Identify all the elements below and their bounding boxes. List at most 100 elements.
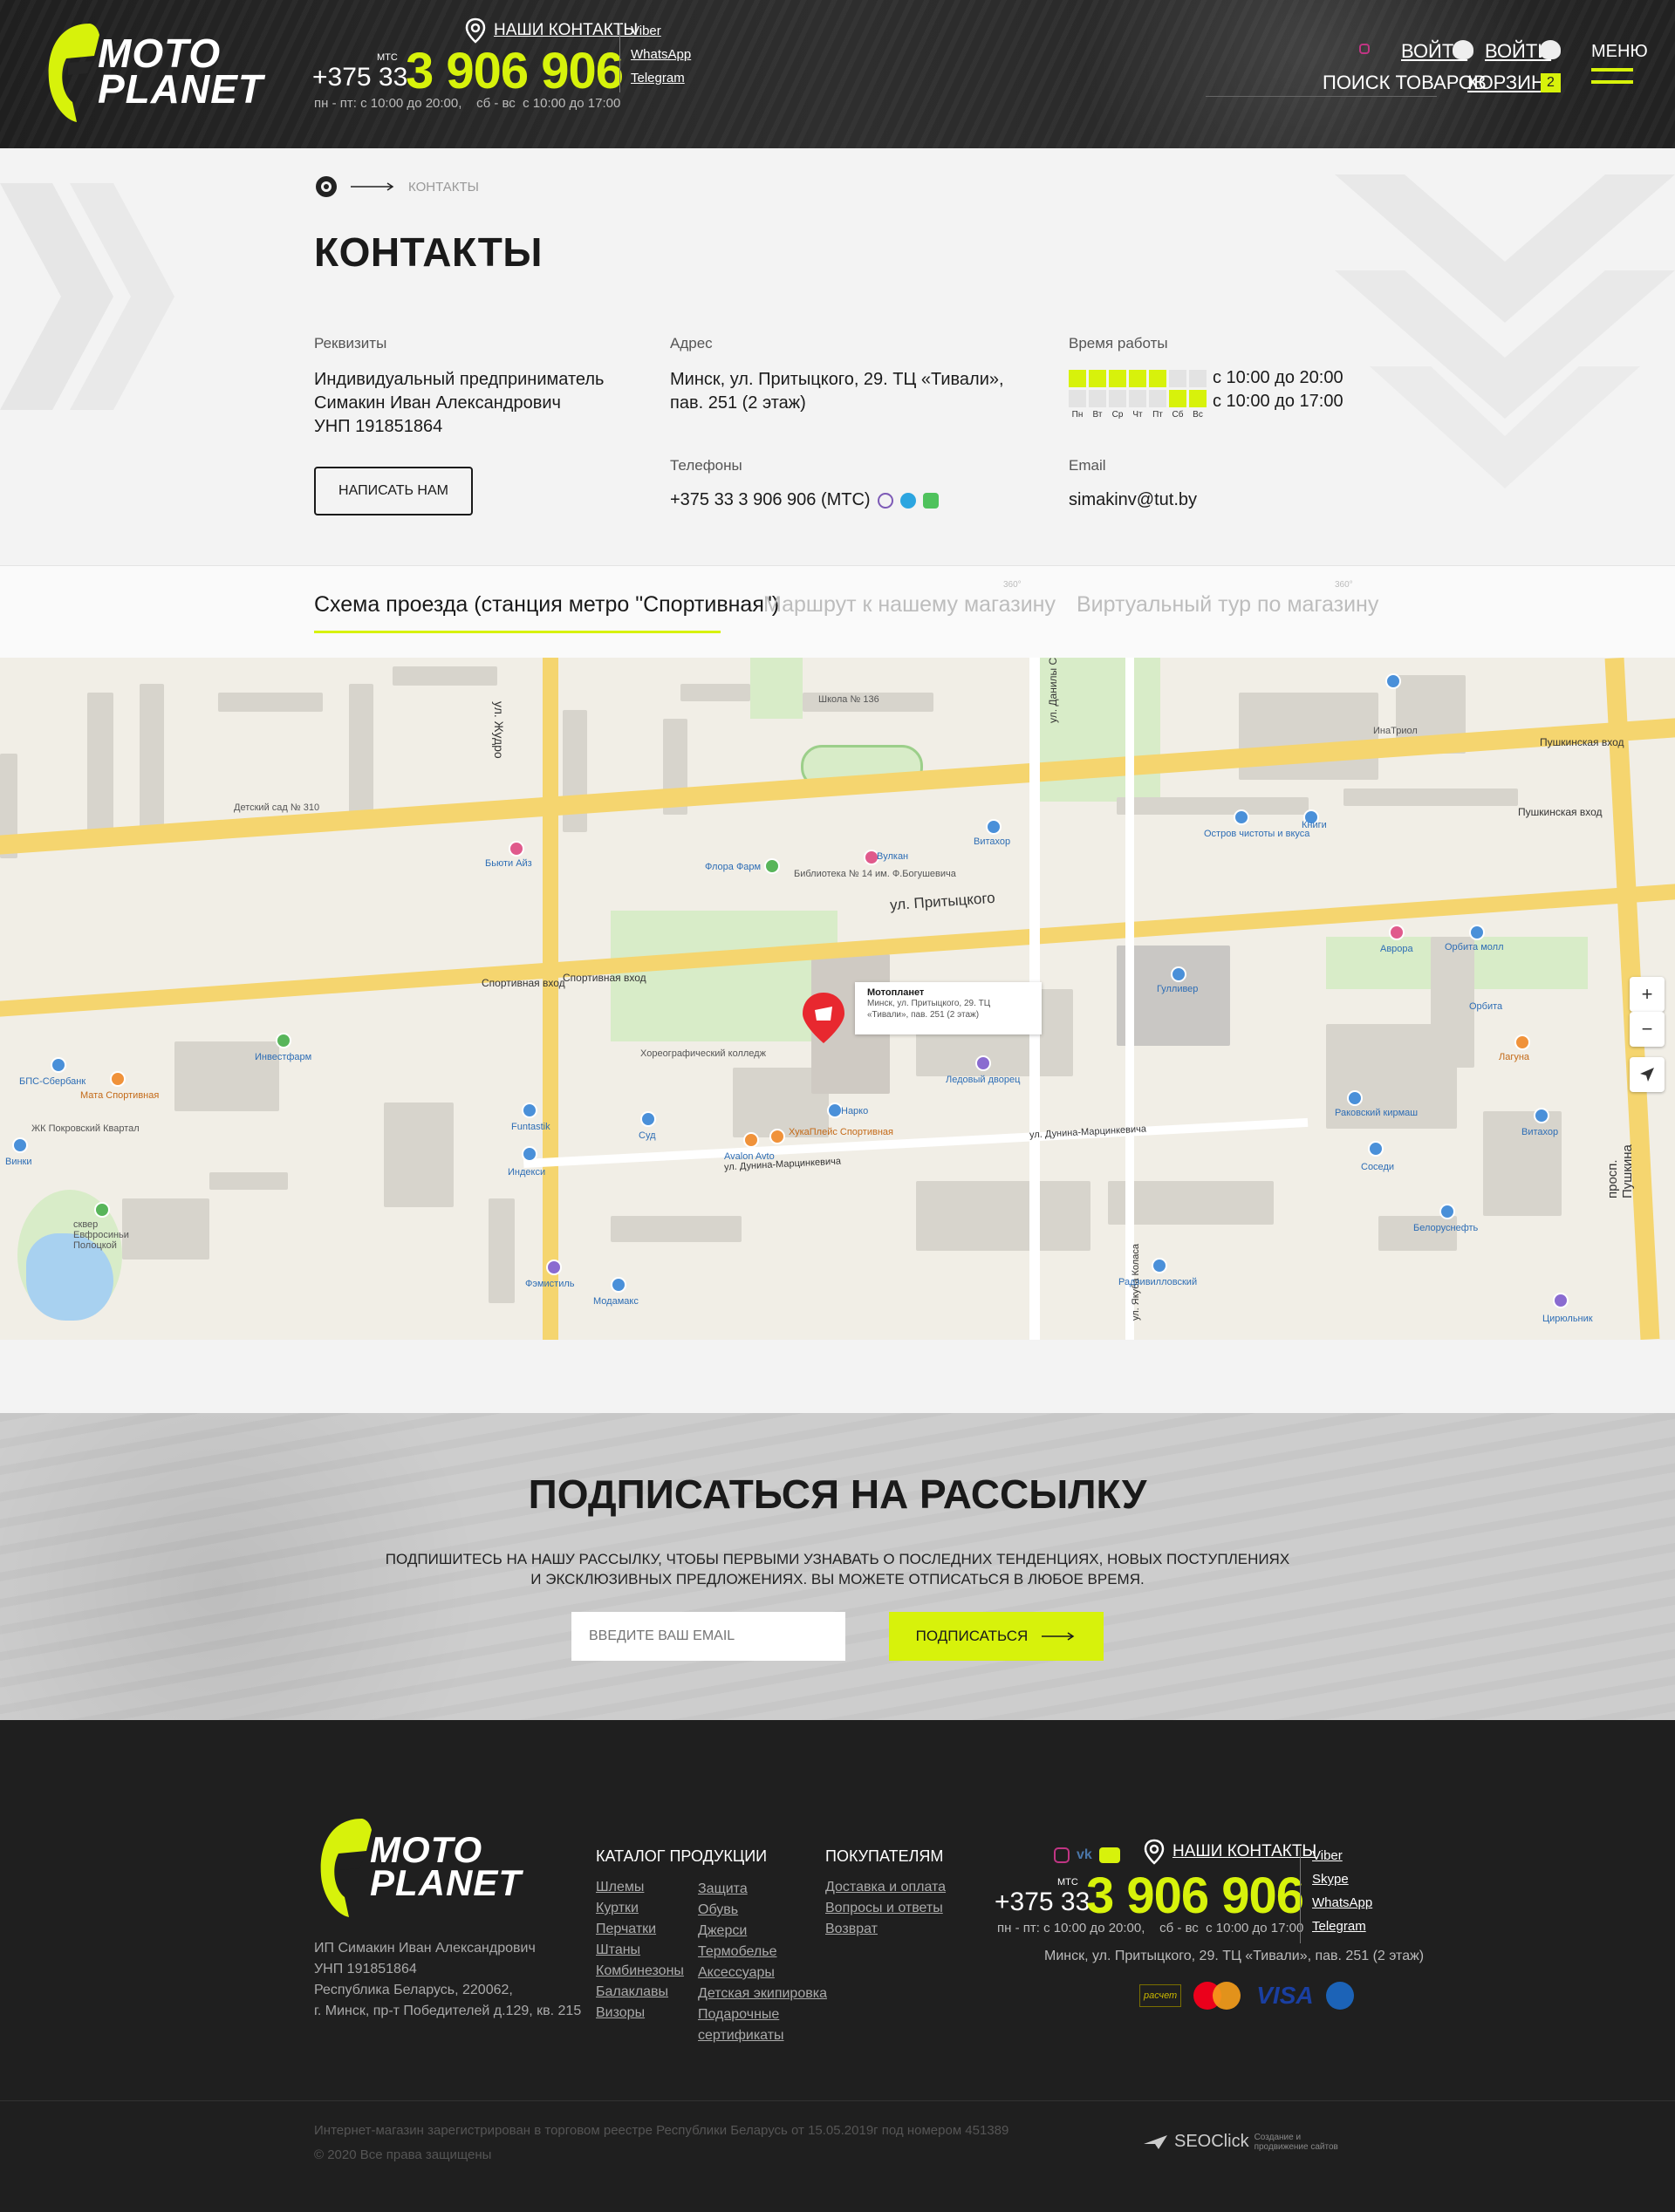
search-link[interactable]: ПОИСК ТОВАРОВ	[1323, 72, 1487, 94]
phone-number[interactable]: 3 906 906	[406, 42, 624, 100]
poi-marker-icon[interactable]	[611, 1277, 626, 1293]
poi-marker-icon[interactable]	[1234, 809, 1249, 825]
email-input[interactable]	[571, 1612, 845, 1661]
header-contacts[interactable]: НАШИ КОНТАКТЫ	[464, 17, 638, 44]
telegram-link[interactable]: Telegram	[631, 66, 691, 90]
road-local	[1125, 658, 1134, 1340]
poi-label: Funtastik	[511, 1122, 550, 1132]
menu-label[interactable]: МЕНЮ	[1591, 42, 1648, 62]
poi-marker-icon[interactable]	[94, 1202, 110, 1218]
map-view[interactable]: ул. Притыцкого ул. Жудро ул. Данилы Серд…	[0, 658, 1675, 1340]
poi-marker-icon[interactable]	[12, 1137, 28, 1153]
contacts-link[interactable]: НАШИ КОНТАКТЫ	[1172, 1842, 1316, 1861]
poi-marker-icon[interactable]	[1439, 1204, 1455, 1219]
buyers-link[interactable]: Доставка и оплата	[825, 1877, 946, 1898]
viber-link[interactable]: Viber	[631, 19, 691, 43]
zoom-in-button[interactable]: +	[1630, 977, 1665, 1012]
building-block	[611, 1216, 742, 1242]
poi-marker-icon[interactable]	[522, 1103, 537, 1118]
poi-marker-icon[interactable]	[1385, 673, 1401, 689]
developer-credit[interactable]: SEOClick Создание и продвижение сайтов	[1143, 2132, 1350, 2152]
geolocation-button[interactable]	[1630, 1057, 1665, 1092]
poi-marker-icon[interactable]	[743, 1132, 759, 1148]
poi-marker-icon[interactable]	[1469, 925, 1485, 940]
poi-marker-icon[interactable]	[1152, 1258, 1167, 1273]
email-value[interactable]: simakinv@tut.by	[1069, 488, 1197, 512]
poi-marker-icon[interactable]	[1171, 966, 1186, 982]
catalog-link[interactable]: Аксессуары	[698, 1963, 827, 1983]
catalog-link[interactable]: Шлемы	[596, 1877, 684, 1898]
poi-marker-icon[interactable]	[509, 841, 524, 857]
tab-route[interactable]: Маршрут к нашему магазину	[763, 592, 1056, 618]
poi-marker-icon[interactable]	[1368, 1141, 1384, 1157]
telegram-link[interactable]: Telegram	[1312, 1915, 1372, 1938]
whatsapp-link[interactable]: WhatsApp	[1312, 1891, 1372, 1915]
catalog-link[interactable]: Комбинезоны	[596, 1961, 684, 1982]
buyers-link[interactable]: Вопросы и ответы	[825, 1898, 946, 1919]
poi-marker-icon[interactable]	[522, 1146, 537, 1162]
poi-marker-icon[interactable]	[764, 858, 780, 874]
catalog-link[interactable]: Защита	[698, 1879, 827, 1900]
catalog-link[interactable]: Перчатки	[596, 1919, 684, 1940]
subscribe-button[interactable]: ПОДПИСАТЬСЯ	[889, 1612, 1104, 1661]
poi-marker-icon[interactable]	[640, 1111, 656, 1127]
poi-marker-icon[interactable]	[1389, 925, 1405, 940]
contacts-link[interactable]: НАШИ КОНТАКТЫ	[494, 21, 638, 40]
instagram-icon[interactable]	[1359, 44, 1370, 54]
catalog-link[interactable]: Штаны	[596, 1940, 684, 1961]
whatsapp-icon[interactable]	[922, 492, 939, 509]
skype-link[interactable]: Skype	[1312, 1867, 1372, 1891]
poi-label: Остров чистоты и вкуса	[1204, 829, 1310, 839]
store-marker-icon[interactable]	[799, 991, 848, 1045]
viber-icon[interactable]	[877, 492, 893, 509]
poi-marker-icon[interactable]	[546, 1260, 562, 1275]
catalog-link[interactable]: Визоры	[596, 2003, 684, 2024]
poi-marker-icon[interactable]	[975, 1055, 991, 1071]
location-pin-icon	[1144, 1839, 1165, 1865]
footer-contacts[interactable]: НАШИ КОНТАКТЫ	[1143, 1839, 1316, 1865]
poi-marker-icon[interactable]	[1514, 1034, 1530, 1050]
phone-number[interactable]: 3 906 906	[1086, 1867, 1304, 1925]
phone-prefix[interactable]: +375 33	[312, 63, 407, 92]
wheel-home-icon[interactable]	[314, 174, 338, 199]
footer-logo[interactable]: MOTO PLANET	[314, 1814, 522, 1919]
write-us-button[interactable]: НАПИСАТЬ НАМ	[314, 467, 473, 515]
tab-directions[interactable]: Схема проезда (станция метро "Спортивная…	[314, 592, 779, 618]
catalog-link[interactable]: Балаклавы	[596, 1982, 684, 2003]
vk-icon[interactable]: vk	[1077, 1847, 1092, 1863]
store-popup[interactable]: Мотопланет Минск, ул. Притыцкого, 29. ТЦ…	[855, 982, 1042, 1034]
whatsapp-link[interactable]: WhatsApp	[631, 43, 691, 66]
helmet-icon	[1540, 40, 1561, 59]
instagram-icon[interactable]	[1054, 1847, 1070, 1863]
poi-label: ХукаПлейс Спортивная	[789, 1127, 893, 1137]
tab-virtual-tour[interactable]: Виртуальный тур по магазину	[1077, 592, 1378, 618]
catalog-link[interactable]: Термобелье	[698, 1942, 827, 1963]
operator-label: МТС	[377, 52, 398, 63]
poi-marker-icon[interactable]	[276, 1033, 291, 1048]
poi-marker-icon[interactable]	[1534, 1108, 1549, 1123]
catalog-link[interactable]: сертификаты	[698, 2025, 827, 2046]
poi-marker-icon[interactable]	[1347, 1090, 1363, 1106]
catalog-link[interactable]: Куртки	[596, 1898, 684, 1919]
poi-marker-icon[interactable]	[1553, 1293, 1569, 1308]
buyers-link[interactable]: Возврат	[825, 1919, 946, 1940]
buyers-title: ПОКУПАТЕЛЯМ	[825, 1847, 944, 1865]
zoom-out-button[interactable]: −	[1630, 1012, 1665, 1047]
phone-value[interactable]: +375 33 3 906 906 (МТС)	[670, 488, 871, 512]
poi-marker-icon[interactable]	[986, 819, 1002, 835]
hamburger-icon[interactable]	[1591, 68, 1633, 92]
newsletter-text: ПОДПИШИТЕСЬ НА НАШУ РАССЫЛКУ, ЧТОБЫ ПЕРВ…	[0, 1549, 1675, 1589]
telegram-icon[interactable]	[899, 492, 916, 509]
catalog-link[interactable]: Подарочные	[698, 2004, 827, 2025]
day-mon: Пн	[1069, 370, 1086, 420]
phone-prefix[interactable]: +375 33	[995, 1888, 1090, 1917]
catalog-link[interactable]: Джерси	[698, 1921, 827, 1942]
catalog-link[interactable]: Обувь	[698, 1900, 827, 1921]
poi-marker-icon[interactable]	[769, 1129, 785, 1144]
youtube-icon[interactable]	[1098, 1847, 1120, 1863]
viber-link[interactable]: Viber	[1312, 1844, 1372, 1867]
catalog-link[interactable]: Детская экипировка	[698, 1983, 827, 2004]
site-logo[interactable]: MOTO PLANET	[42, 19, 263, 124]
poi-marker-icon[interactable]	[110, 1071, 126, 1087]
poi-marker-icon[interactable]	[51, 1057, 66, 1073]
